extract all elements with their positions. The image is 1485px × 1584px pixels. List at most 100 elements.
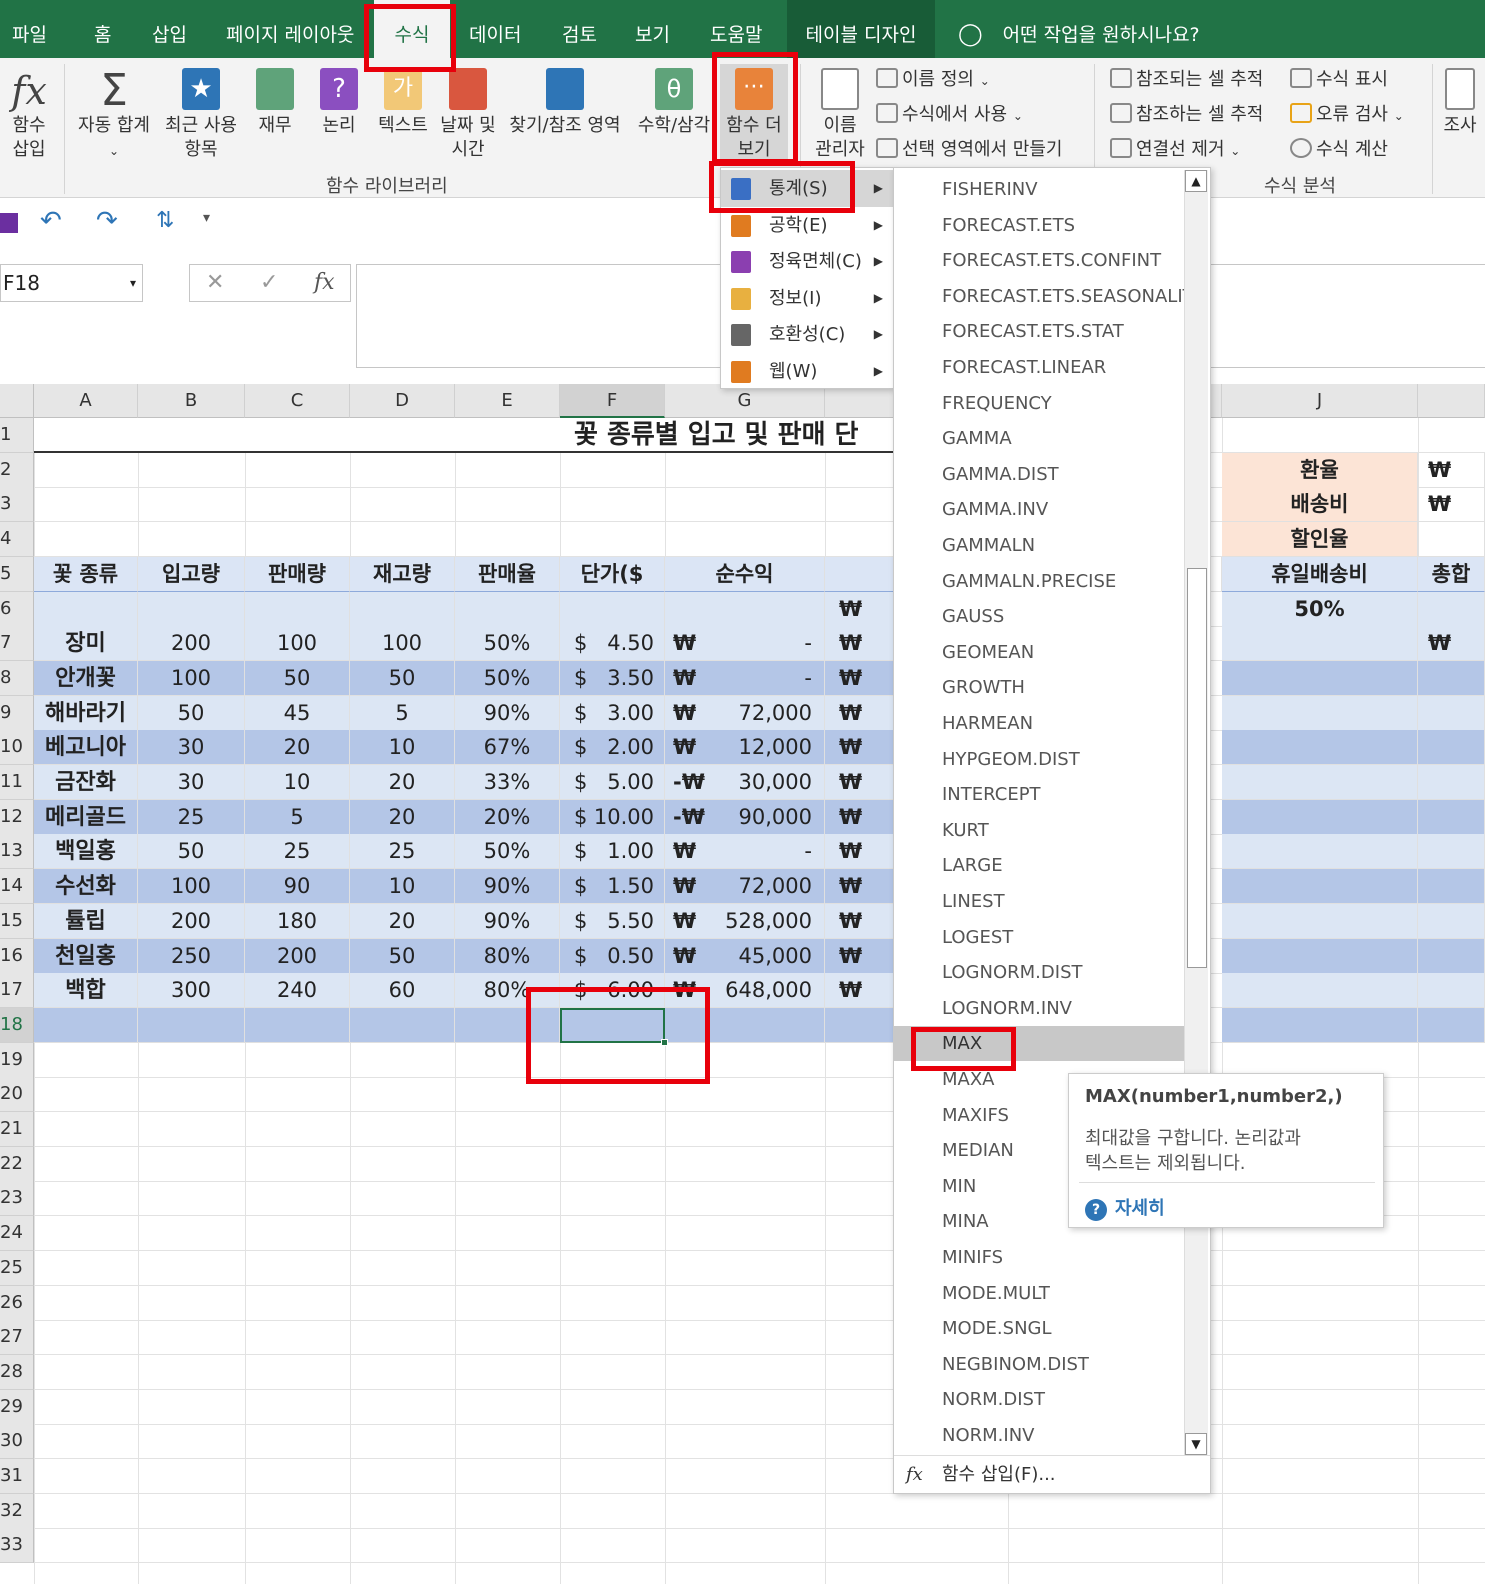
table-cell[interactable]	[245, 834, 350, 870]
net-profit[interactable]: -₩ 30,000	[665, 765, 825, 800]
table-cell[interactable]	[455, 695, 560, 731]
watch-window-button[interactable]: 조사	[1440, 68, 1480, 138]
function-item[interactable]: KURT	[894, 813, 1184, 848]
row-header-8[interactable]: 8	[0, 660, 34, 696]
flower-name[interactable]: 백일홍	[34, 834, 138, 870]
function-item[interactable]: GEOMEAN	[894, 635, 1184, 670]
table-cell[interactable]	[1418, 1007, 1485, 1043]
tab-data[interactable]: 데이터	[469, 0, 521, 58]
row-header-4[interactable]: 4	[0, 522, 34, 558]
trace-precedents-button[interactable]: 참조되는 셀 추적	[1110, 68, 1263, 92]
table-cell[interactable]	[34, 730, 138, 766]
side-label[interactable]: 할인율	[1222, 522, 1418, 558]
table-cell[interactable]	[245, 1007, 350, 1043]
stock-qty[interactable]: 100	[350, 626, 455, 662]
tell-me-more-link[interactable]: ? 자세히	[1085, 1194, 1165, 1221]
table-cell[interactable]	[1222, 660, 1418, 696]
submenu-item[interactable]: 호환성(C) ▶	[721, 316, 893, 353]
table-cell[interactable]	[560, 695, 665, 731]
unit-price[interactable]: $1.00	[560, 834, 665, 870]
in-qty[interactable]: 25	[138, 799, 245, 835]
table-header-cell[interactable]: 휴일배송비	[1222, 556, 1418, 592]
error-check-button[interactable]: 오류 검사 ⌄	[1290, 103, 1404, 128]
sale-rate[interactable]: 20%	[455, 799, 560, 835]
unit-price[interactable]: $2.00	[560, 730, 665, 766]
table-cell[interactable]	[34, 869, 138, 905]
table-cell[interactable]	[350, 973, 455, 1009]
table-cell[interactable]	[560, 903, 665, 939]
stock-qty[interactable]: 25	[350, 834, 455, 870]
stock-qty[interactable]: 10	[350, 730, 455, 766]
name-box[interactable]: F18 ▾	[0, 264, 143, 302]
function-item[interactable]: MODE.SNGL	[894, 1311, 1184, 1346]
sold-qty[interactable]: 25	[245, 834, 350, 870]
stock-qty[interactable]: 10	[350, 869, 455, 905]
scroll-thumb[interactable]	[1187, 568, 1207, 968]
row-header-13[interactable]: 13	[0, 834, 34, 870]
table-cell[interactable]	[1418, 799, 1485, 835]
net-profit[interactable]: ₩ -	[665, 660, 825, 696]
function-item[interactable]: GAMMALN	[894, 528, 1184, 563]
stock-qty[interactable]: 60	[350, 973, 455, 1009]
table-cell[interactable]	[455, 869, 560, 905]
sold-qty[interactable]: 50	[245, 660, 350, 696]
row-header-22[interactable]: 22	[0, 1146, 34, 1182]
recent-functions-button[interactable]: ★ 최근 사용 항목	[163, 68, 239, 162]
submenu-item[interactable]: 정육면체(C) ▶	[721, 243, 893, 280]
table-cell[interactable]	[34, 695, 138, 731]
table-cell[interactable]	[350, 695, 455, 731]
table-cell[interactable]	[560, 626, 665, 662]
function-item[interactable]: INTERCEPT	[894, 777, 1184, 812]
flower-name[interactable]: 천일홍	[34, 938, 138, 974]
table-cell[interactable]	[350, 869, 455, 905]
net-profit[interactable]: ₩45,000	[665, 938, 825, 974]
table-cell[interactable]	[665, 626, 825, 662]
function-item[interactable]: LOGNORM.DIST	[894, 955, 1184, 990]
function-item[interactable]: NORM.DIST	[894, 1382, 1184, 1417]
table-cell[interactable]	[350, 903, 455, 939]
table-cell[interactable]	[455, 938, 560, 974]
table-cell[interactable]	[665, 591, 825, 627]
table-cell[interactable]	[245, 903, 350, 939]
table-cell[interactable]	[34, 834, 138, 870]
sold-qty[interactable]: 90	[245, 869, 350, 905]
table-cell[interactable]	[1222, 869, 1418, 905]
row-header-11[interactable]: 11	[0, 765, 34, 800]
lookup-button[interactable]: 찾기/참조 영역	[506, 68, 624, 138]
flower-name[interactable]: 안개꽃	[34, 660, 138, 696]
sale-rate[interactable]: 50%	[455, 834, 560, 870]
column-header-A[interactable]: A	[34, 384, 138, 418]
row-header-19[interactable]: 19	[0, 1042, 34, 1078]
table-cell[interactable]	[245, 591, 350, 627]
tab-review[interactable]: 검토	[562, 0, 597, 58]
table-cell[interactable]	[245, 660, 350, 696]
table-cell[interactable]	[138, 938, 245, 974]
table-cell[interactable]	[1222, 799, 1418, 835]
row-header-3[interactable]: 3	[0, 487, 34, 523]
row-header-16[interactable]: 16	[0, 938, 34, 974]
enter-icon[interactable]: ✓	[260, 265, 278, 301]
datetime-button[interactable]: 날짜 및 시간	[438, 68, 498, 162]
unit-price[interactable]: $5.50	[560, 903, 665, 939]
row-header-31[interactable]: 31	[0, 1459, 34, 1494]
function-item[interactable]: LINEST	[894, 884, 1184, 919]
flower-name[interactable]: 장미	[34, 626, 138, 662]
table-cell[interactable]	[1222, 695, 1418, 731]
in-qty[interactable]: 30	[138, 765, 245, 800]
create-from-selection-button[interactable]: 선택 영역에서 만들기	[876, 138, 1062, 162]
table-cell[interactable]	[34, 626, 138, 662]
table-header-cell[interactable]: 판매율	[455, 556, 560, 592]
function-item[interactable]: GAUSS	[894, 599, 1184, 634]
text-button[interactable]: 가 텍스트	[376, 68, 430, 138]
cancel-icon[interactable]: ✕	[206, 265, 224, 301]
insert-function-footer[interactable]: fx 함수 삽입(F)...	[894, 1455, 1210, 1493]
table-cell[interactable]	[1418, 730, 1485, 766]
table-cell[interactable]	[34, 903, 138, 939]
table-cell[interactable]	[34, 660, 138, 696]
flower-name[interactable]: 수선화	[34, 869, 138, 905]
scroll-up-icon[interactable]: ▲	[1185, 170, 1207, 192]
unit-price[interactable]: $5.00	[560, 765, 665, 800]
show-formulas-button[interactable]: 수식 표시	[1290, 68, 1388, 92]
table-cell[interactable]	[138, 903, 245, 939]
table-cell[interactable]	[665, 660, 825, 696]
